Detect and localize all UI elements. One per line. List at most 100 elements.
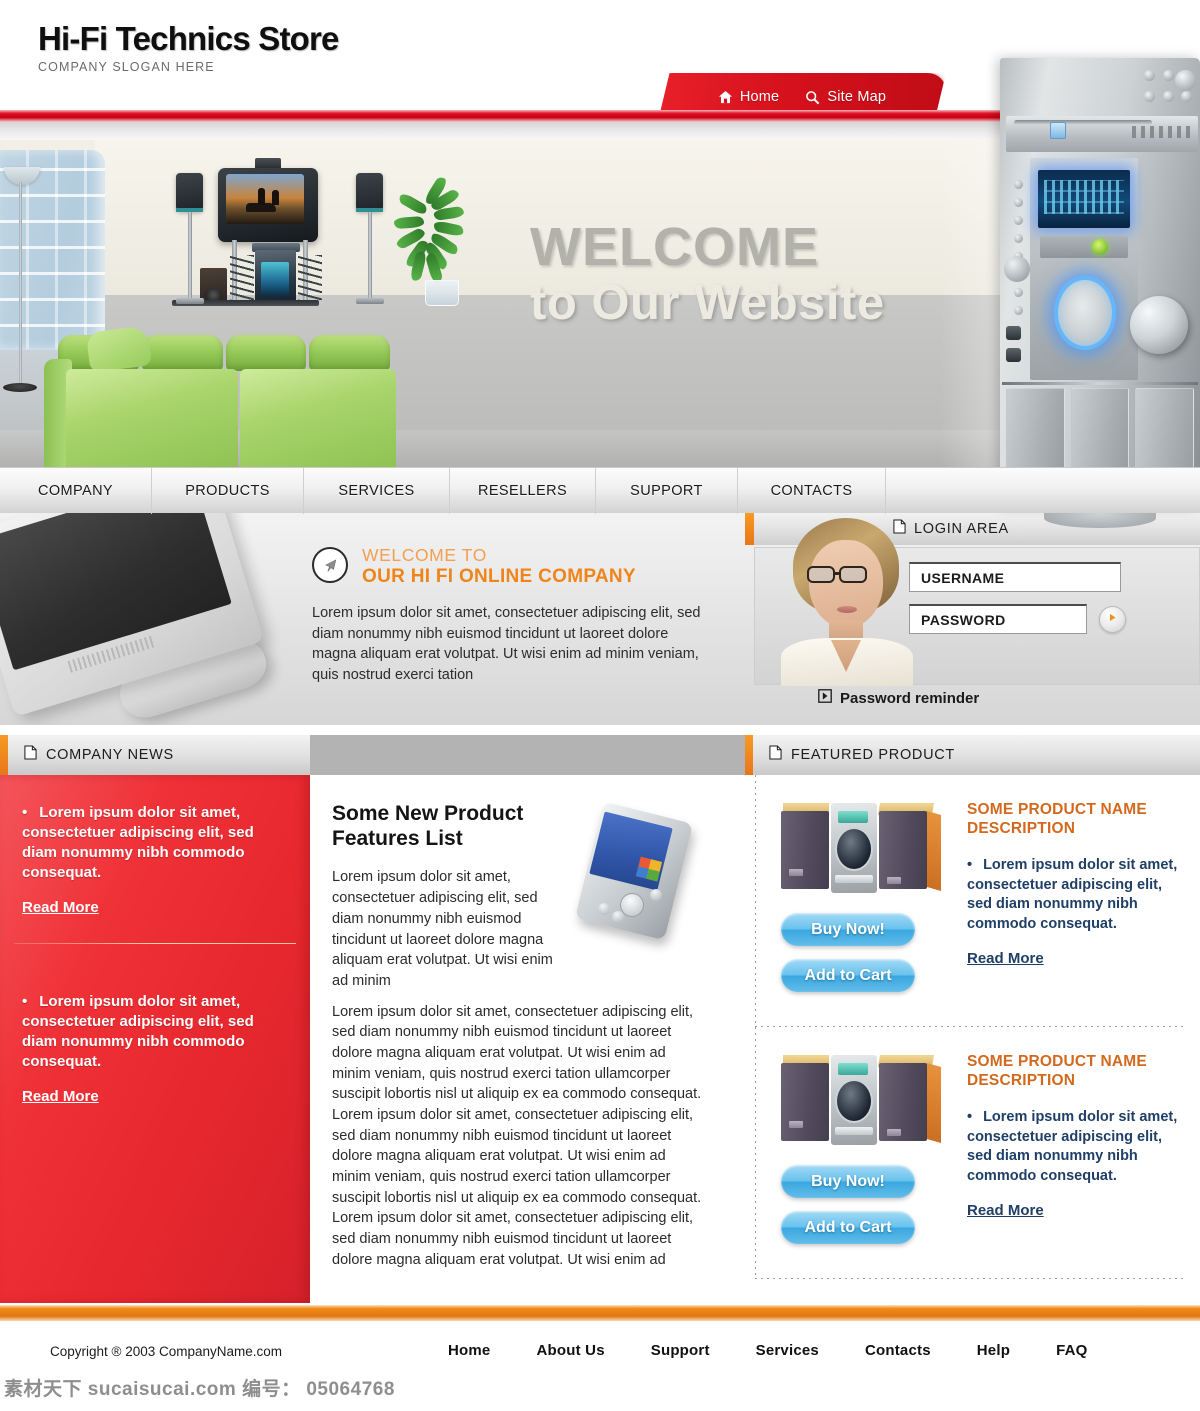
- product-description: Lorem ipsum dolor sit amet, consectetuer…: [967, 857, 1178, 932]
- hifi-badge-icon: [1050, 122, 1066, 139]
- hifi-eq-row: [1040, 236, 1128, 258]
- username-input[interactable]: USERNAME: [909, 562, 1121, 592]
- product-bullet: •: [967, 857, 973, 874]
- add-to-cart-button[interactable]: Add to Cart: [781, 1211, 915, 1244]
- rack-fins-left: [230, 255, 254, 300]
- hifi-left-knob: [1004, 256, 1030, 282]
- footer-link-contacts[interactable]: Contacts: [865, 1342, 931, 1359]
- play-arrow-icon: [1107, 610, 1118, 628]
- article-heading: Some New Product Features List: [332, 802, 524, 851]
- pda-product-image: [572, 801, 702, 941]
- copyright-text: Copyright ® 2003 CompanyName.com: [50, 1344, 283, 1359]
- top-nav-item-sitemap[interactable]: Site Map: [805, 89, 886, 105]
- footer-link-home[interactable]: Home: [448, 1342, 490, 1359]
- stereo-tray: [835, 1127, 873, 1135]
- green-sofa: [44, 325, 396, 470]
- portrait-face: [809, 540, 883, 628]
- news-list-item: • Lorem ipsum dolor sit amet, consectetue…: [0, 992, 310, 1106]
- footer-link-support[interactable]: Support: [651, 1342, 710, 1359]
- news-read-more-link[interactable]: Read More: [22, 1088, 99, 1105]
- password-input[interactable]: PASSWORD: [909, 604, 1087, 634]
- login-submit-button[interactable]: [1099, 605, 1126, 633]
- login-panel: USERNAME PASSWORD: [754, 518, 1200, 686]
- hero-welcome-line1: WELCOME: [530, 217, 819, 277]
- section-headers: COMPANY NEWS FEATURED PRODUCT: [0, 735, 1200, 775]
- nav-filler: [886, 468, 1200, 513]
- product-left-dotted-border: [755, 775, 756, 1027]
- news-bullet: •: [22, 992, 28, 1010]
- footer-link-help[interactable]: Help: [977, 1342, 1010, 1359]
- top-nav-item-home[interactable]: Home: [718, 89, 779, 105]
- hifi-display-readout: [1044, 180, 1124, 214]
- speaker-stand-right: [368, 212, 372, 300]
- buy-now-button[interactable]: Buy Now!: [781, 913, 915, 946]
- stereo-product-image: [781, 797, 943, 893]
- speaker-right: [356, 173, 383, 211]
- page-icon: [769, 745, 782, 765]
- product-card: Buy Now! Add to Cart SOME PRODUCT NAME D…: [745, 775, 1200, 1027]
- nav-item-contacts[interactable]: CONTACTS: [738, 468, 886, 514]
- main-navigation: COMPANY PRODUCTS SERVICES RESELLERS SUPP…: [0, 467, 1200, 514]
- footer-orange-divider: [0, 1305, 1200, 1321]
- footer-link-services[interactable]: Services: [756, 1342, 819, 1359]
- nav-item-company[interactable]: COMPANY: [0, 468, 152, 514]
- sofa-seat-left: [66, 369, 238, 470]
- speaker-foot-left: [176, 298, 204, 304]
- stereo-product-image: [781, 1049, 943, 1145]
- featured-products-panel: Buy Now! Add to Cart SOME PRODUCT NAME D…: [745, 775, 1200, 1279]
- add-to-cart-button[interactable]: Add to Cart: [781, 959, 915, 992]
- nav-item-products[interactable]: PRODUCTS: [152, 468, 304, 514]
- news-list-item: • Lorem ipsum dolor sit amet, consectetue…: [0, 775, 310, 917]
- buy-now-button[interactable]: Buy Now!: [781, 1165, 915, 1198]
- portrait-glasses-bridge: [835, 572, 841, 575]
- logo-title: Hi-Fi Technics Store: [38, 20, 339, 57]
- company-news-title: COMPANY NEWS: [46, 747, 174, 763]
- stereo-speaker-left: [781, 811, 829, 889]
- top-nav-home-label: Home: [739, 89, 780, 105]
- floor-lamp-base: [3, 383, 37, 392]
- product-read-more-link[interactable]: Read More: [967, 1202, 1044, 1219]
- product-card: Buy Now! Add to Cart SOME PRODUCT NAME D…: [745, 1027, 1200, 1279]
- stereo-speaker-left: [781, 1063, 829, 1141]
- hifi-volume-knob: [1130, 296, 1188, 354]
- welcome-heading-small: WELCOME TO: [362, 545, 487, 565]
- floor-lamp-pole: [19, 182, 22, 387]
- monitor-product-image: [0, 513, 300, 725]
- page-icon: [24, 745, 37, 765]
- nav-item-services[interactable]: SERVICES: [304, 468, 450, 514]
- product-description: Lorem ipsum dolor sit amet, consectetuer…: [967, 1109, 1178, 1184]
- password-reminder-link[interactable]: Password reminder: [818, 689, 979, 708]
- product-bullet: •: [967, 1109, 973, 1126]
- speaker-stand-left: [188, 212, 192, 300]
- news-item-text: Lorem ipsum dolor sit amet, consectetuer…: [22, 992, 254, 1070]
- welcome-heading-big: OUR HI FI ONLINE COMPANY: [362, 566, 636, 588]
- hifi-glowing-dial: [1054, 276, 1116, 350]
- nav-item-resellers[interactable]: RESELLERS: [450, 468, 596, 514]
- arrow-box-icon: [818, 689, 832, 708]
- portrait-glasses-left: [807, 566, 835, 583]
- arrow-badge-icon: [312, 547, 348, 583]
- welcome-section: WELCOME TO OUR HI FI ONLINE COMPANY Lore…: [0, 513, 1200, 725]
- portrait-glasses-right: [839, 566, 867, 583]
- hifi-top-knob: [1175, 70, 1196, 91]
- footer-link-faq[interactable]: FAQ: [1056, 1342, 1087, 1359]
- product-read-more-link[interactable]: Read More: [967, 950, 1044, 967]
- login-accent-bar: [745, 513, 754, 545]
- news-read-more-link[interactable]: Read More: [22, 899, 99, 916]
- featured-accent-bar: [745, 735, 753, 775]
- speaker-left: [176, 173, 203, 211]
- footer-link-about-us[interactable]: About Us: [536, 1342, 604, 1359]
- company-news-header: COMPANY NEWS: [8, 735, 310, 775]
- company-news-panel: • Lorem ipsum dolor sit amet, consectetue…: [0, 775, 310, 1303]
- stereo-disc-window: [835, 1079, 873, 1123]
- product-left-dotted-border: [755, 1027, 756, 1279]
- potted-plant-leaves: [393, 175, 486, 284]
- site-logo[interactable]: Hi-Fi Technics Store COMPANY SLOGAN HERE: [38, 22, 339, 74]
- tv-screen-figure-2: [272, 190, 279, 205]
- tv-screen-figure-1: [258, 188, 265, 205]
- news-accent-bar: [0, 735, 8, 775]
- stock-site-watermark: 素材天下 sucaisucai.com 编号： 05064768: [4, 1379, 395, 1400]
- stereo-lcd: [838, 811, 868, 823]
- nav-item-support[interactable]: SUPPORT: [596, 468, 738, 514]
- hifi-disc-slot: [1014, 120, 1152, 125]
